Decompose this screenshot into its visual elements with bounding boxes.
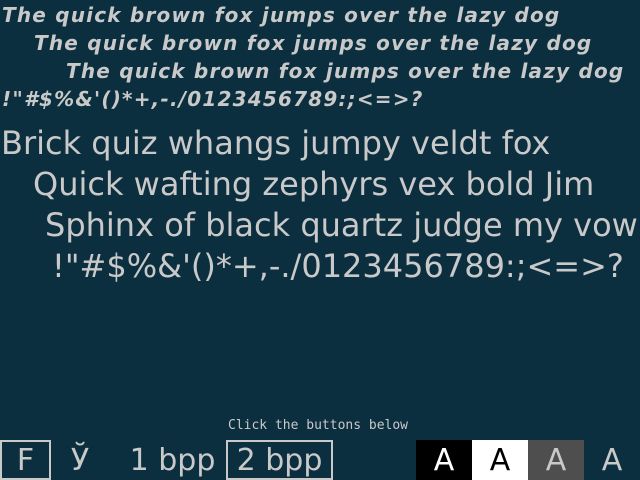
sample-line-small-symbols: !"#$%&'()*+,-./0123456789:;<=>? (2, 87, 424, 111)
sample-line-small-1: The quick brown fox jumps over the lazy … (2, 3, 561, 27)
script-toggle-button[interactable]: Ў (56, 440, 104, 480)
color-swatch-white-button[interactable]: A (472, 440, 528, 480)
color-swatch-gray-button[interactable]: A (528, 440, 584, 480)
color-swatch-background-button[interactable]: A (584, 440, 640, 480)
sample-line-small-2: The quick brown fox jumps over the lazy … (34, 31, 593, 55)
sample-line-small-3: The quick brown fox jumps over the lazy … (66, 59, 625, 83)
color-swatch-black-button[interactable]: A (416, 440, 472, 480)
sample-line-large-symbols: !"#$%&'()*+,-./0123456789:;<=>? (52, 247, 624, 285)
instruction-text: Click the buttons below (228, 418, 409, 433)
sample-line-large-3: Sphinx of black quartz judge my vow (45, 206, 638, 244)
sample-line-large-2: Quick wafting zephyrs vex bold Jim (33, 165, 595, 203)
bpp-2-button[interactable]: 2 bpp (226, 440, 333, 480)
bpp-1-button[interactable]: 1 bpp (120, 440, 225, 480)
sample-line-large-1: Brick quiz whangs jumpy veldt fox (1, 124, 551, 162)
font-toggle-button[interactable]: F (0, 440, 51, 480)
